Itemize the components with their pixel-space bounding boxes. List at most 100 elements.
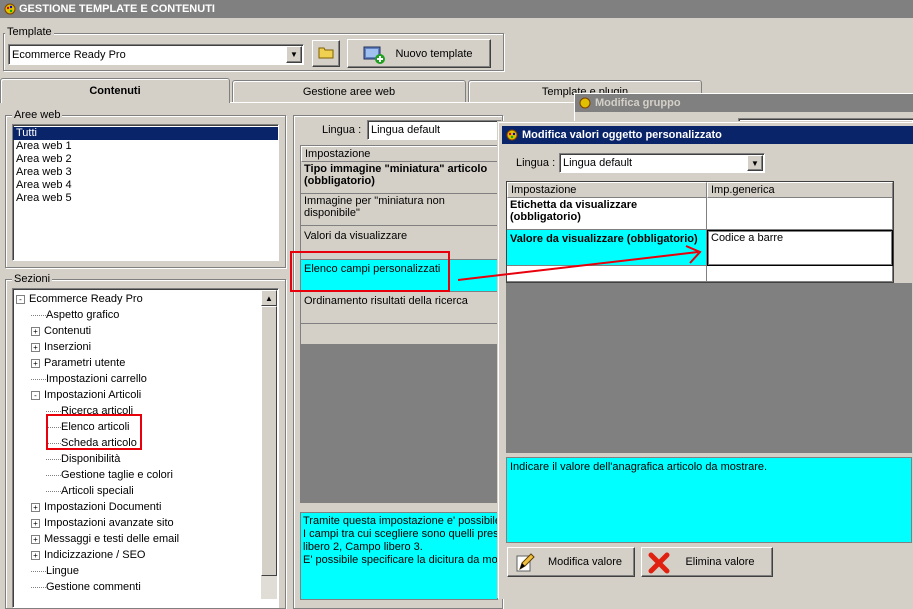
tree-item-label: Lingue — [46, 565, 80, 577]
delete-value-button[interactable]: Elimina valore — [641, 547, 773, 577]
tab-contenuti[interactable]: Contenuti — [0, 78, 230, 103]
expand-icon[interactable]: + — [31, 550, 40, 560]
tree-item-label: Ecommerce Ready Pro — [29, 293, 143, 305]
tree-item-label: Contenuti — [44, 325, 92, 337]
grid-header-impostazione: Impostazione — [507, 182, 707, 198]
tree-item[interactable]: Articoli speciali — [46, 483, 134, 499]
tree-item-label: Impostazioni carrello — [46, 373, 147, 385]
tree-item[interactable]: - Impostazioni Articoli — [31, 387, 141, 403]
modifica-valori-title[interactable]: Modifica valori oggetto personalizzato — [502, 126, 913, 144]
tree-connector — [31, 314, 46, 316]
tree-item[interactable]: - Ecommerce Ready Pro — [16, 291, 143, 307]
tree-item-label: Parametri utente — [44, 357, 126, 369]
list-item[interactable]: Area web 3 — [13, 166, 278, 179]
expand-icon[interactable]: + — [31, 534, 40, 544]
dlg-lingua-select[interactable]: Lingua default ▼ — [559, 153, 765, 173]
list-item[interactable]: Area web 4 — [13, 179, 278, 192]
collapse-icon[interactable]: - — [16, 294, 25, 304]
tree-item-label: Indicizzazione / SEO — [44, 549, 146, 561]
row-etichetta-label[interactable]: Etichetta da visualizzare (obbligatorio) — [507, 198, 707, 230]
sezioni-label: Sezioni — [12, 273, 53, 285]
scroll-thumb[interactable] — [261, 306, 277, 576]
new-template-label: Nuovo template — [395, 47, 473, 60]
tree-item-label: Impostazioni avanzate sito — [44, 517, 174, 529]
table-row[interactable]: Immagine per "miniatura non disponibile" — [301, 194, 499, 226]
tree-connector — [31, 586, 46, 588]
tree-connector — [46, 474, 61, 476]
tree-item[interactable]: + Inserzioni — [31, 339, 91, 355]
table-row[interactable]: Tipo immagine "miniatura" articolo (obbl… — [301, 162, 499, 194]
modifica-gruppo-title[interactable]: Modifica gruppo — [575, 94, 913, 112]
tree-item-label: Inserzioni — [44, 341, 92, 353]
tree-item[interactable]: + Impostazioni avanzate sito — [31, 515, 174, 531]
tree-item[interactable]: + Impostazioni Documenti — [31, 499, 161, 515]
row-empty — [507, 266, 707, 282]
edit-pencil-icon — [514, 552, 536, 577]
table-row[interactable]: Ordinamento risultati della ricerca — [301, 292, 499, 324]
tree-item[interactable]: Gestione commenti — [31, 579, 141, 595]
expand-icon[interactable]: + — [31, 326, 40, 336]
values-grid-empty — [506, 283, 912, 453]
annotation-box-row — [290, 251, 450, 292]
tree-connector — [46, 458, 61, 460]
grid-header: Impostazione — [301, 146, 499, 162]
tree-item[interactable]: Lingue — [31, 563, 79, 579]
tree-item[interactable]: Disponibilità — [46, 451, 120, 467]
window-title-bar: GESTIONE TEMPLATE E CONTENUTI — [0, 0, 913, 18]
dialog-icon — [579, 97, 591, 115]
open-folder-button[interactable] — [312, 40, 340, 67]
tree-item[interactable]: Gestione taglie e colori — [46, 467, 173, 483]
row-empty — [707, 266, 893, 282]
chevron-down-icon[interactable]: ▼ — [286, 46, 302, 63]
tree-item-label: Messaggi e testi delle email — [44, 533, 180, 545]
list-item[interactable]: Tutti — [13, 127, 278, 140]
template-label: Template — [5, 26, 54, 38]
expand-icon[interactable]: + — [31, 358, 40, 368]
window-title: GESTIONE TEMPLATE E CONTENUTI — [19, 3, 215, 15]
tree-item[interactable]: + Contenuti — [31, 323, 91, 339]
lingua-select[interactable]: Lingua default — [367, 120, 502, 140]
row-valore-label[interactable]: Valore da visualizzare (obbligatorio) — [507, 230, 707, 266]
values-grid: Impostazione Imp.generica Etichetta da v… — [506, 181, 894, 283]
tree-scrollbar[interactable]: ▲ — [261, 290, 277, 599]
aree-web-list[interactable]: Tutti Area web 1 Area web 2 Area web 3 A… — [12, 124, 279, 261]
grid-header-imp-generica: Imp.generica — [707, 182, 893, 198]
modifica-valori-dialog: Modifica valori oggetto personalizzato L… — [498, 122, 913, 599]
folder-icon — [318, 45, 334, 62]
list-item[interactable]: Area web 1 — [13, 140, 278, 153]
annotation-box-tree — [46, 414, 142, 450]
tree-item[interactable]: + Parametri utente — [31, 355, 125, 371]
scroll-up-icon[interactable]: ▲ — [261, 290, 277, 306]
modify-value-button[interactable]: Modifica valore — [507, 547, 635, 577]
tree-connector — [46, 490, 61, 492]
settings-grid: Impostazione Tipo immagine "miniatura" a… — [300, 145, 499, 345]
expand-icon[interactable]: + — [31, 518, 40, 528]
expand-icon[interactable]: + — [31, 502, 40, 512]
tree-item[interactable]: + Indicizzazione / SEO — [31, 547, 146, 563]
app-icon — [4, 3, 16, 15]
template-select[interactable]: Ecommerce Ready Pro ▼ — [8, 44, 304, 65]
list-item[interactable]: Area web 5 — [13, 192, 278, 205]
row-valore-value[interactable]: Codice a barre — [707, 230, 893, 266]
tree-connector — [46, 410, 61, 412]
tree-item-label: Disponibilità — [61, 453, 121, 465]
chevron-down-icon[interactable]: ▼ — [747, 155, 763, 171]
tree-item[interactable]: Impostazioni carrello — [31, 371, 147, 387]
tree-item-label: Impostazioni Articoli — [44, 389, 142, 401]
new-template-icon — [362, 43, 386, 68]
expand-icon[interactable]: + — [31, 342, 40, 352]
tree-item[interactable]: + Messaggi e testi delle email — [31, 531, 179, 547]
tab-gestione-aree-web[interactable]: Gestione aree web — [232, 80, 466, 102]
tree-item-label: Aspetto grafico — [46, 309, 120, 321]
delete-x-icon — [648, 552, 670, 577]
description-box: Tramite questa impostazione e' possibile… — [300, 512, 498, 600]
grid-empty-area — [300, 345, 498, 503]
collapse-icon[interactable]: - — [31, 390, 40, 400]
tree-item[interactable]: Aspetto grafico — [31, 307, 119, 323]
row-etichetta-value[interactable] — [707, 198, 893, 230]
lingua-label: Lingua : — [322, 124, 362, 136]
new-template-button[interactable]: Nuovo template — [347, 39, 491, 68]
tree-item-label: Articoli speciali — [61, 485, 134, 497]
tree-item-label: Gestione commenti — [46, 581, 141, 593]
list-item[interactable]: Area web 2 — [13, 153, 278, 166]
